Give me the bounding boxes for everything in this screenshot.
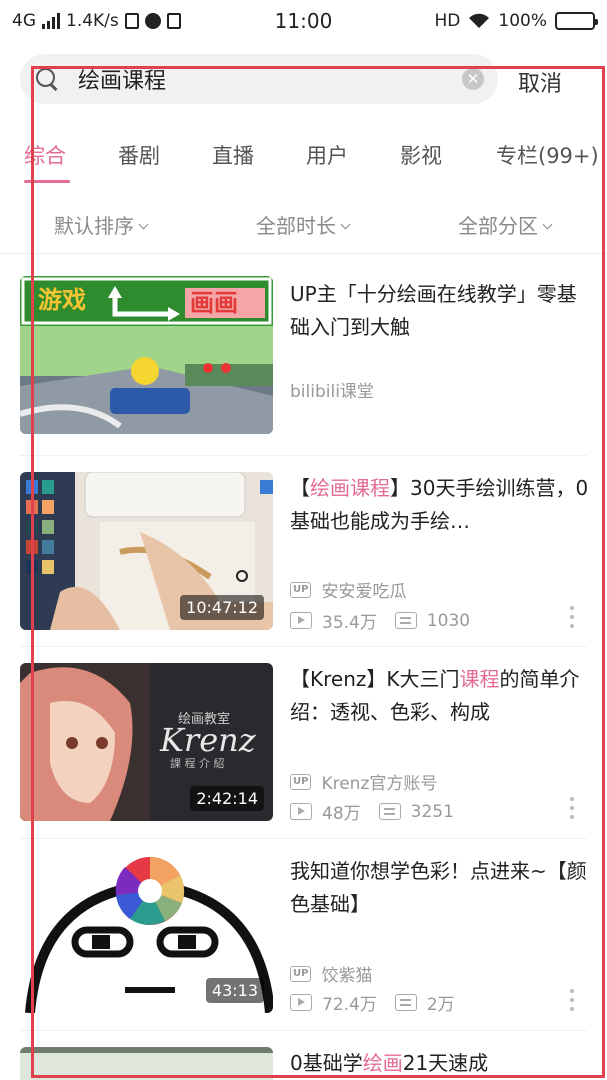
chevron-down-icon xyxy=(340,219,351,230)
video-thumbnail[interactable]: 游戏 画画 xyxy=(20,276,273,434)
search-tabs: 综合 番剧 直播 用户 影视 专栏(99+) xyxy=(0,128,607,186)
title-highlight: 课程 xyxy=(459,667,500,691)
no-sim-icon xyxy=(124,13,139,29)
video-title[interactable]: UP主「十分绘画在线教学」零基础入门到大触 xyxy=(290,278,590,344)
thumb-text-draw: 画画 xyxy=(190,289,238,317)
sort-filter-label: 默认排序 xyxy=(54,214,134,238)
video-thumbnail[interactable]: 绘画教室 Krenz 課 程 介 紹 2:42:14 xyxy=(20,663,273,821)
play-count-icon xyxy=(290,803,312,820)
play-count-icon xyxy=(290,612,312,629)
thumbnail-image xyxy=(20,1047,273,1080)
danmaku-icon xyxy=(394,994,417,1011)
hd-indicator: HD xyxy=(434,11,461,31)
network-speed: 1.4K/s xyxy=(66,11,119,31)
video-thumbnail[interactable]: 43:13 xyxy=(20,855,273,1013)
signal-icon xyxy=(42,13,60,29)
thumb-text-game: 游戏 xyxy=(38,286,86,314)
chevron-down-icon xyxy=(542,219,553,230)
uploader[interactable]: UP 安安爱吃瓜 xyxy=(290,577,406,602)
clipboard-icon xyxy=(166,13,181,29)
network-type: 4G xyxy=(12,11,36,31)
uploader[interactable]: UP 饺紫猫 xyxy=(290,961,372,986)
video-stats: 48万 3251 xyxy=(290,799,454,824)
up-badge-icon: UP xyxy=(290,773,312,790)
uploader-name[interactable]: bilibili课堂 xyxy=(290,377,374,402)
divider xyxy=(20,646,587,647)
cancel-button[interactable]: 取消 xyxy=(518,66,562,98)
more-options-icon[interactable] xyxy=(569,797,575,819)
video-duration: 43:13 xyxy=(205,978,264,1003)
title-prefix: 【Krenz】K大三门 xyxy=(290,667,460,691)
zone-filter-label: 全部分区 xyxy=(458,214,538,238)
battery-icon xyxy=(555,12,598,30)
duration-filter[interactable]: 全部时长 xyxy=(256,210,351,239)
tab-live[interactable]: 直播 xyxy=(212,140,254,170)
danmaku-count: 3251 xyxy=(410,801,454,822)
title-prefix: 0基础学 xyxy=(290,1051,363,1075)
search-icon xyxy=(34,66,60,92)
battery-percent: 100% xyxy=(498,11,547,31)
view-count: 72.4万 xyxy=(322,995,377,1015)
video-thumbnail[interactable]: 10:47:12 xyxy=(20,472,273,630)
tab-film[interactable]: 影视 xyxy=(400,140,442,170)
status-left: 4G 1.4K/s xyxy=(12,11,435,31)
title-highlight: 绘画课程 xyxy=(310,476,390,500)
chevron-down-icon xyxy=(138,219,149,230)
thumbnail-image: 游戏 画画 xyxy=(20,276,273,434)
danmaku-count: 2万 xyxy=(426,995,455,1015)
play-count-icon xyxy=(290,994,312,1011)
view-count: 48万 xyxy=(322,804,361,824)
danmaku-icon xyxy=(378,803,401,820)
sort-filter[interactable]: 默认排序 xyxy=(54,210,149,239)
danmaku-count: 1030 xyxy=(426,610,471,631)
divider xyxy=(20,455,587,456)
up-badge-icon: UP xyxy=(290,965,312,982)
status-right: HD 100% xyxy=(434,11,598,31)
app-notification-icon xyxy=(144,13,161,29)
tab-users[interactable]: 用户 xyxy=(306,140,348,170)
video-stats: 35.4万 1030 xyxy=(290,608,470,633)
uploader-name: Krenz官方账号 xyxy=(321,774,438,794)
view-count: 35.4万 xyxy=(322,613,377,633)
video-title[interactable]: 【Krenz】K大三门课程的简单介绍：透视、色彩、构成 xyxy=(290,663,590,729)
active-tab-indicator xyxy=(24,180,70,183)
duration-filter-label: 全部时长 xyxy=(256,214,336,238)
tab-bangumi[interactable]: 番剧 xyxy=(118,140,160,170)
thumb-brand-text: Krenz xyxy=(159,721,257,759)
status-bar: 4G 1.4K/s 11:00 HD 100% xyxy=(0,0,607,42)
video-title[interactable]: 【绘画课程】30天手绘训练营，0基础也能成为手绘… xyxy=(290,472,590,538)
up-badge-icon: UP xyxy=(290,581,312,598)
search-box[interactable]: ✕ xyxy=(20,54,498,104)
clear-icon[interactable]: ✕ xyxy=(462,68,484,90)
title-highlight: 绘画 xyxy=(362,1051,403,1075)
filter-bar: 默认排序 全部时长 全部分区 xyxy=(0,192,607,254)
more-options-icon[interactable] xyxy=(569,989,575,1011)
tab-all[interactable]: 综合 xyxy=(24,140,66,170)
uploader-name: 饺紫猫 xyxy=(321,966,373,986)
divider xyxy=(20,838,587,839)
danmaku-icon xyxy=(394,612,417,629)
video-thumbnail[interactable] xyxy=(20,1047,273,1080)
thumb-sub-text: 課 程 介 紹 xyxy=(170,756,225,770)
wifi-icon xyxy=(469,13,490,28)
search-row: ✕ 取消 xyxy=(0,52,607,108)
video-duration: 10:47:12 xyxy=(180,595,264,620)
video-title[interactable]: 0基础学绘画21天速成 xyxy=(290,1047,590,1080)
uploader-name: 安安爱吃瓜 xyxy=(321,582,407,602)
uploader[interactable]: UP Krenz官方账号 xyxy=(290,769,437,794)
video-title[interactable]: 我知道你想学色彩！点进来~【颜色基础】 xyxy=(290,855,590,921)
zone-filter[interactable]: 全部分区 xyxy=(458,210,553,239)
more-options-icon[interactable] xyxy=(569,606,575,628)
video-stats: 72.4万 2万 xyxy=(290,990,455,1015)
divider xyxy=(20,1030,587,1031)
title-prefix: 【 xyxy=(290,476,310,500)
video-duration: 2:42:14 xyxy=(190,786,264,811)
tab-articles[interactable]: 专栏(99+) xyxy=(496,140,599,170)
title-suffix: 21天速成 xyxy=(402,1051,489,1075)
search-input[interactable] xyxy=(78,66,462,92)
